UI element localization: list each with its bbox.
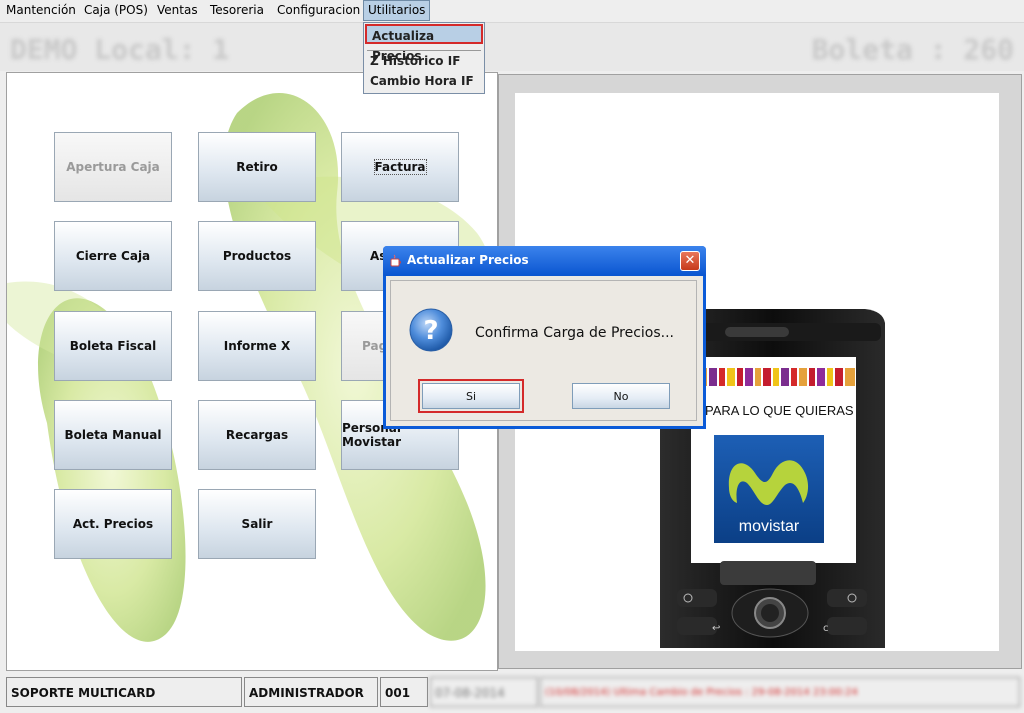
dialog-content: ? Confirma Carga de Precios... Si No <box>390 280 697 421</box>
recargas-button[interactable]: Recargas <box>198 400 316 470</box>
menu-utilitarios[interactable]: Utilitarios <box>363 0 431 21</box>
boleta-manual-label: Boleta Manual <box>64 428 162 442</box>
close-icon[interactable]: ✕ <box>680 251 700 271</box>
dialog-title: Actualizar Precios <box>407 253 529 267</box>
header-bar: DEMO Local: 1 Boleta : 260 <box>0 23 1024 71</box>
menu-configuracion[interactable]: Configuracion <box>273 0 364 21</box>
status-user: ADMINISTRADOR <box>244 677 378 707</box>
productos-button[interactable]: Productos <box>198 221 316 291</box>
informe-x-button[interactable]: Informe X <box>198 311 316 381</box>
informe-x-label: Informe X <box>223 339 291 353</box>
menu-caja-pos[interactable]: Caja (POS) <box>80 0 152 21</box>
menu-tesoreria[interactable]: Tesoreria <box>206 0 268 21</box>
svg-text:↩: ↩ <box>712 623 720 634</box>
menu-bar: Mantención Caja (POS) Ventas Tesoreria C… <box>0 0 1024 23</box>
retiro-button[interactable]: Retiro <box>198 132 316 202</box>
cierre-caja-button[interactable]: Cierre Caja <box>54 221 172 291</box>
act-precios-label: Act. Precios <box>72 517 154 531</box>
utilitarios-dropdown: Actualiza Precios Z Histórico IF Cambio … <box>363 22 485 94</box>
boleta-fiscal-button[interactable]: Boleta Fiscal <box>54 311 172 381</box>
cierre-caja-label: Cierre Caja <box>75 249 151 263</box>
menu-actualiza-precios[interactable]: Actualiza Precios <box>365 24 483 63</box>
ad-brand: movistar <box>739 518 800 535</box>
question-icon: ? <box>409 308 453 352</box>
factura-label: Factura <box>373 159 427 175</box>
recargas-label: Recargas <box>225 428 289 442</box>
boleta-fiscal-label: Boleta Fiscal <box>69 339 157 353</box>
productos-label: Productos <box>222 249 292 263</box>
svg-text:c: c <box>823 623 829 634</box>
apertura-caja-button[interactable]: Apertura Caja <box>54 132 172 202</box>
status-terminal: 001 <box>380 677 428 707</box>
menu-cambio-hora-if[interactable]: Cambio Hora IF <box>365 71 483 91</box>
factura-button[interactable]: Factura <box>341 132 459 202</box>
menu-z-historico-if[interactable]: Z Histórico IF <box>365 51 483 71</box>
svg-text:?: ? <box>423 316 438 346</box>
boleta-manual-button[interactable]: Boleta Manual <box>54 400 172 470</box>
salir-label: Salir <box>241 517 273 531</box>
receipt-number-label: Boleta : 260 <box>811 33 1014 66</box>
status-message: (10/08/2014) Ultima Cambio de Precios : … <box>540 677 1020 707</box>
status-bar: SOPORTE MULTICARD ADMINISTRADOR 001 07-0… <box>0 673 1024 713</box>
dialog-message: Confirma Carga de Precios... <box>475 325 674 341</box>
retiro-label: Retiro <box>236 160 278 174</box>
java-cup-icon <box>390 254 401 267</box>
si-button[interactable]: Si <box>418 379 524 413</box>
apertura-caja-label: Apertura Caja <box>66 160 160 174</box>
act-precios-button[interactable]: Act. Precios <box>54 489 172 559</box>
ad-slogan: PARA LO QUE QUIERAS <box>705 403 854 418</box>
menu-ventas[interactable]: Ventas <box>153 0 202 21</box>
menu-mantencion[interactable]: Mantención <box>2 0 80 21</box>
status-date: 07-08-2014 <box>430 677 538 707</box>
dialog-titlebar[interactable]: Actualizar Precios ✕ <box>383 246 706 276</box>
status-company: SOPORTE MULTICARD <box>6 677 242 707</box>
dialog-body: ? Confirma Carga de Precios... Si No <box>386 276 703 426</box>
store-local-label: DEMO Local: 1 <box>10 33 230 66</box>
no-button[interactable]: No <box>572 383 670 409</box>
salir-button[interactable]: Salir <box>198 489 316 559</box>
actualizar-precios-dialog: Actualizar Precios ✕ ? Confirma Carga de… <box>383 246 706 429</box>
